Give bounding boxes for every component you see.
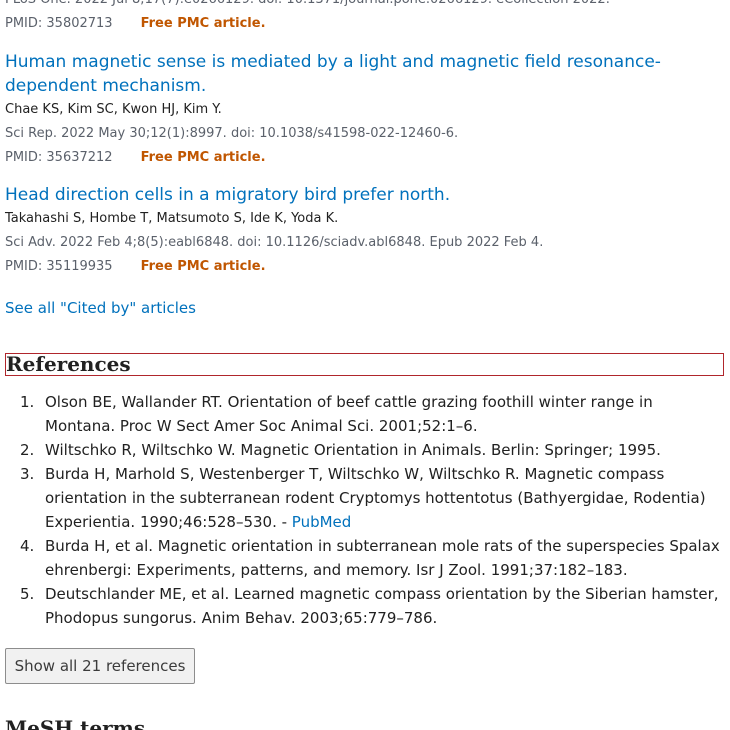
reference-number: 3. (20, 465, 35, 483)
references-heading: References (5, 353, 724, 376)
reference-item: 1. Olson BE, Wallander RT. Orientation o… (0, 390, 730, 438)
article-citation: Sci Adv. 2022 Feb 4;8(5):eabl6848. doi: … (5, 235, 544, 250)
article-title-link[interactable]: Human magnetic sense is mediated by a li… (5, 50, 725, 98)
free-pmc-badge[interactable]: Free PMC article. (141, 16, 266, 31)
reference-text: Burda H, et al. Magnetic orientation in … (45, 537, 720, 579)
article-citation: Sci Rep. 2022 May 30;12(1):8997. doi: 10… (5, 126, 459, 141)
see-all-cited-by-link[interactable]: See all "Cited by" articles (5, 296, 196, 320)
article-pmid-line: PMID: 35802713 Free PMC article. (5, 12, 725, 36)
page: PLoS One. 2022 Jul 8;17(7):e0266129. doi… (0, 0, 730, 730)
reference-item: 2. Wiltschko R, Wiltschko W. Magnetic Or… (0, 438, 730, 462)
reference-number: 5. (20, 585, 35, 603)
reference-number: 2. (20, 441, 35, 459)
cited-by-article: Head direction cells in a migratory bird… (5, 183, 725, 279)
article-pmid: PMID: 35802713 (5, 16, 113, 31)
article-authors: Takahashi S, Hombe T, Matsumoto S, Ide K… (5, 211, 339, 226)
cited-by-article: Human magnetic sense is mediated by a li… (5, 50, 725, 170)
free-pmc-badge[interactable]: Free PMC article. (141, 150, 266, 165)
article-pmid: PMID: 35119935 (5, 259, 113, 274)
article-pmid: PMID: 35637212 (5, 150, 113, 165)
show-all-references-button[interactable]: Show all 21 references (5, 648, 195, 684)
reference-text: Deutschlander ME, et al. Learned magneti… (45, 585, 719, 627)
article-pmid-line: PMID: 35119935 Free PMC article. (5, 255, 725, 279)
reference-item: 5. Deutschlander ME, et al. Learned magn… (0, 582, 730, 630)
pubmed-link[interactable]: PubMed (292, 513, 352, 531)
reference-text: Olson BE, Wallander RT. Orientation of b… (45, 393, 653, 435)
free-pmc-badge[interactable]: Free PMC article. (141, 259, 266, 274)
cited-by-partial-entry: PLoS One. 2022 Jul 8;17(7):e0266129. doi… (5, 0, 725, 36)
reference-item: 4. Burda H, et al. Magnetic orientation … (0, 534, 730, 582)
references-list: 1. Olson BE, Wallander RT. Orientation o… (0, 390, 730, 630)
reference-item: 3. Burda H, Marhold S, Westenberger T, W… (0, 462, 730, 534)
reference-number: 4. (20, 537, 35, 555)
article-pmid-line: PMID: 35637212 Free PMC article. (5, 146, 725, 170)
article-title-link[interactable]: Head direction cells in a migratory bird… (5, 183, 725, 207)
reference-text: Wiltschko R, Wiltschko W. Magnetic Orien… (45, 441, 661, 459)
reference-text: Burda H, Marhold S, Westenberger T, Wilt… (45, 465, 706, 531)
mesh-terms-heading: MeSH terms (5, 716, 146, 730)
reference-number: 1. (20, 393, 35, 411)
article-citation: PLoS One. 2022 Jul 8;17(7):e0266129. doi… (5, 0, 725, 12)
article-authors: Chae KS, Kim SC, Kwon HJ, Kim Y. (5, 102, 222, 117)
